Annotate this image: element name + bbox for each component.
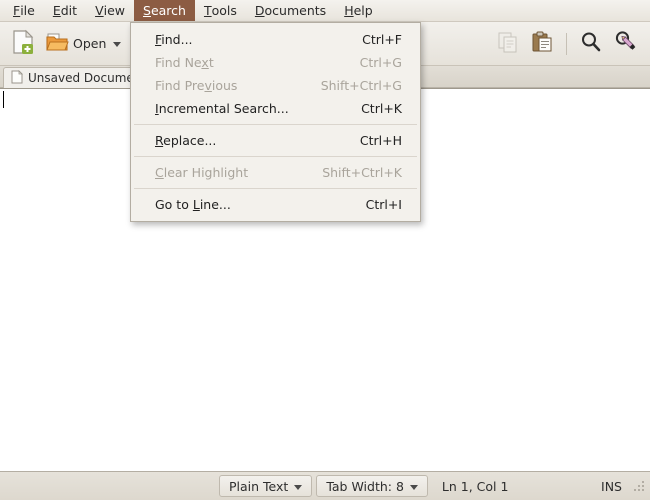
open-button[interactable]: Open: [40, 27, 126, 61]
resize-grip-icon[interactable]: [632, 479, 646, 493]
language-selector[interactable]: Plain Text: [219, 475, 313, 497]
menubar-item-edit[interactable]: Edit: [44, 0, 86, 21]
menu-item-find[interactable]: Find... Ctrl+F: [131, 28, 420, 51]
magnifier-pencil-icon: [613, 30, 639, 57]
menu-item-incremental-search[interactable]: Incremental Search... Ctrl+K: [131, 97, 420, 120]
menubar-item-search[interactable]: Search: [134, 0, 195, 21]
menu-item-find-previous: Find Previous Shift+Ctrl+G: [131, 74, 420, 97]
menu-item-label: Replace...: [155, 133, 217, 148]
menu-item-go-to-line[interactable]: Go to Line... Ctrl+I: [131, 193, 420, 216]
menu-separator: [134, 188, 417, 189]
menu-item-clear-highlight: Clear Highlight Shift+Ctrl+K: [131, 161, 420, 184]
language-selector-label: Plain Text: [229, 478, 289, 494]
menu-item-replace[interactable]: Replace... Ctrl+H: [131, 129, 420, 152]
paste-button[interactable]: [525, 27, 559, 61]
menubar-item-documents[interactable]: Documents: [246, 0, 335, 21]
menubar-item-file[interactable]: File: [4, 0, 44, 21]
menu-item-accelerator: Ctrl+I: [365, 197, 402, 212]
menu-item-accelerator: Shift+Ctrl+K: [322, 165, 402, 180]
menu-item-find-next: Find Next Ctrl+G: [131, 51, 420, 74]
new-document-button[interactable]: [6, 27, 40, 61]
magnifier-icon: [579, 30, 603, 57]
menu-item-label: Go to Line...: [155, 197, 231, 212]
chevron-down-icon: [409, 484, 418, 490]
document-icon: [11, 69, 23, 87]
menu-separator: [134, 156, 417, 157]
toolbar-separator: [566, 32, 567, 55]
chevron-down-icon: [294, 484, 303, 490]
open-button-label: Open: [73, 36, 107, 51]
replace-button[interactable]: [608, 27, 644, 61]
menu-item-accelerator: Ctrl+K: [361, 101, 402, 116]
text-caret: [3, 91, 4, 108]
insert-mode-label: INS: [601, 478, 622, 494]
status-bar: Plain Text Tab Width: 8 Ln 1, Col 1 INS: [0, 472, 650, 500]
menubar-item-tools[interactable]: Tools: [195, 0, 246, 21]
menu-item-label: Find Previous: [155, 78, 238, 93]
tab-width-selector-label: Tab Width: 8: [326, 478, 404, 494]
menu-item-label: Find Next: [155, 55, 214, 70]
new-document-icon: [11, 29, 35, 58]
menu-item-label: Find...: [155, 32, 193, 47]
menubar-item-help[interactable]: Help: [335, 0, 382, 21]
menu-item-label: Clear Highlight: [155, 165, 249, 180]
paste-icon: [530, 30, 554, 57]
menu-item-label: Incremental Search...: [155, 101, 289, 116]
tab-width-selector[interactable]: Tab Width: 8: [316, 475, 428, 497]
chevron-down-icon[interactable]: [113, 42, 122, 47]
menu-item-accelerator: Ctrl+F: [362, 32, 402, 47]
menubar-item-view[interactable]: View: [86, 0, 134, 21]
menu-item-accelerator: Ctrl+H: [359, 133, 402, 148]
copy-icon: [496, 30, 520, 57]
open-folder-icon: [45, 30, 69, 57]
cursor-position-label: Ln 1, Col 1: [441, 478, 509, 494]
menu-bar: File Edit View Search Tools Documents Help: [0, 0, 650, 22]
search-menu-popup: Find... Ctrl+F Find Next Ctrl+G Find Previou…: [130, 22, 421, 222]
menu-item-accelerator: Shift+Ctrl+G: [320, 78, 402, 93]
menu-separator: [134, 124, 417, 125]
menu-item-accelerator: Ctrl+G: [359, 55, 402, 70]
find-button[interactable]: [574, 27, 608, 61]
copy-button[interactable]: [491, 27, 525, 61]
gedit-window: File Edit View Search Tools Documents Help: [0, 0, 650, 500]
